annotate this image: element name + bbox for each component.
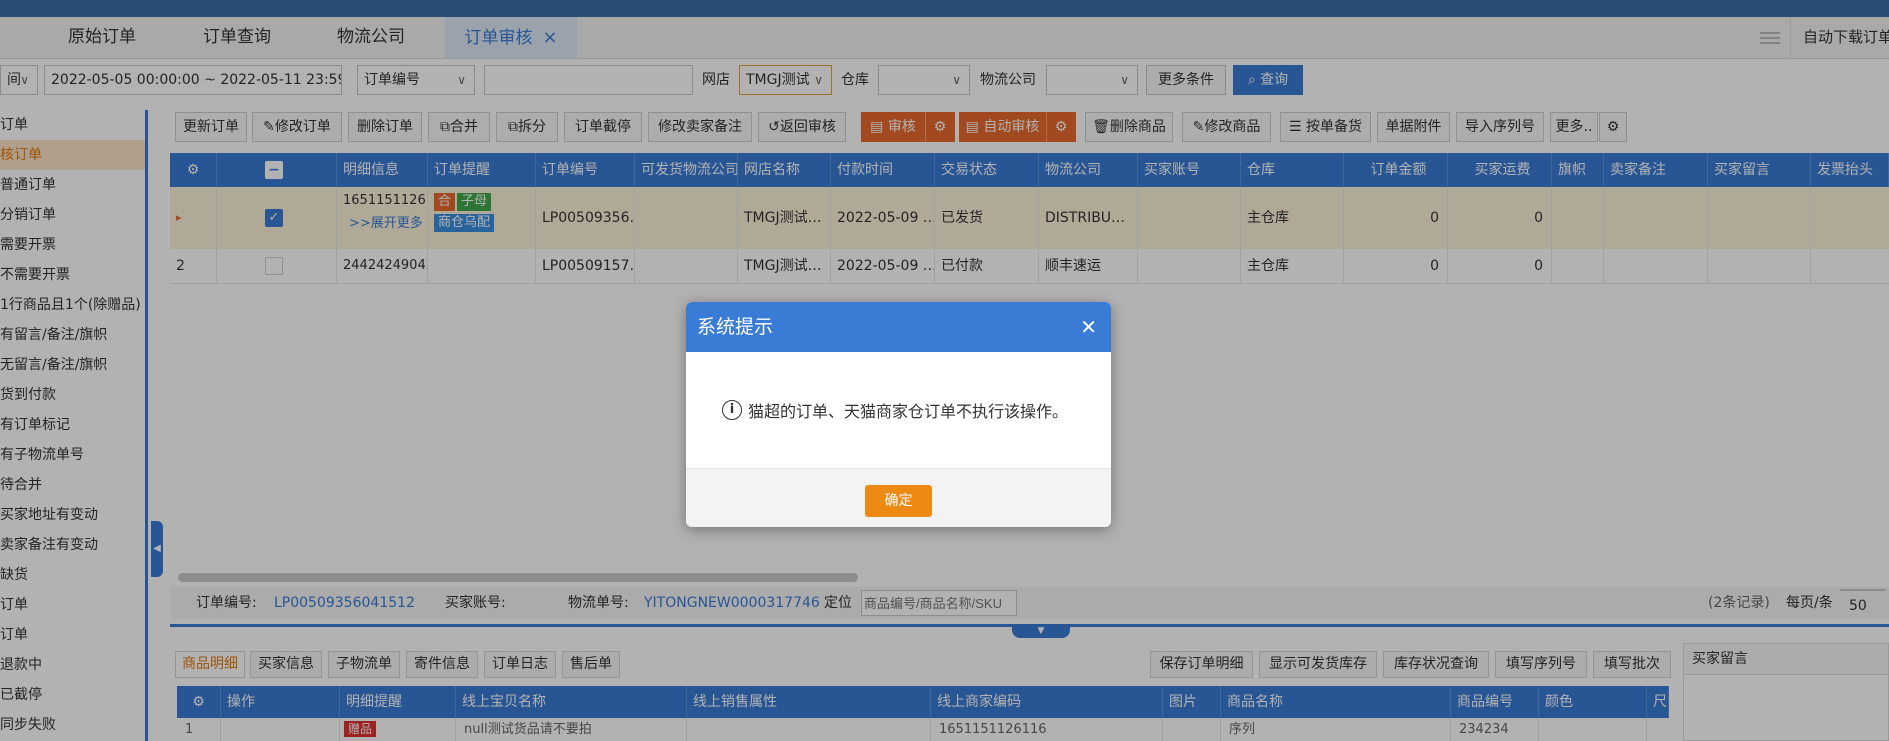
dialog-body: i 猫超的订单、天猫商家仓订单不执行该操作。 xyxy=(686,352,1111,468)
system-alert-dialog: 系统提示 ✕ i 猫超的订单、天猫商家仓订单不执行该操作。 确定 xyxy=(686,302,1111,527)
info-icon: i xyxy=(722,400,742,420)
dialog-footer: 确定 xyxy=(686,468,1111,527)
close-icon[interactable]: ✕ xyxy=(1080,302,1097,352)
dialog-header: 系统提示 ✕ xyxy=(686,302,1111,352)
dialog-title: 系统提示 xyxy=(697,316,774,338)
dialog-message: 猫超的订单、天猫商家仓订单不执行该操作。 xyxy=(748,402,1069,421)
confirm-button[interactable]: 确定 xyxy=(865,485,932,517)
